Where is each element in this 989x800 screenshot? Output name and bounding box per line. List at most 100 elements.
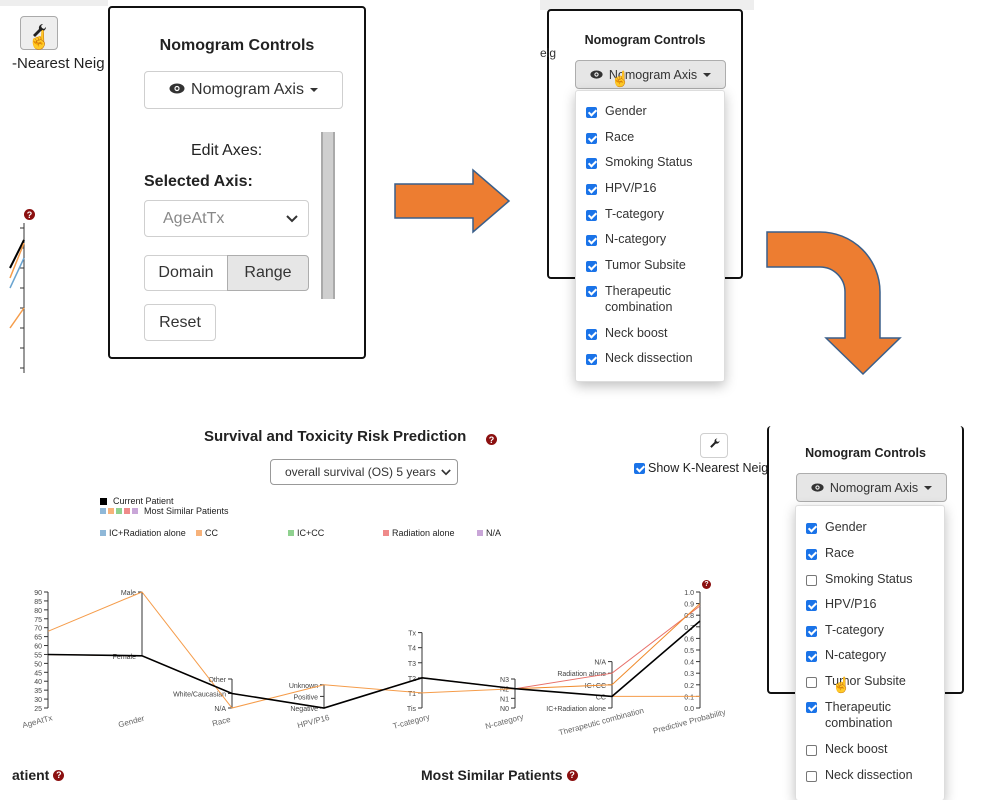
legend-item: Radiation alone <box>383 528 455 538</box>
menu-item[interactable]: Tumor Subsite <box>796 674 944 688</box>
menu-item[interactable]: N-category <box>796 648 944 662</box>
outcome-select[interactable]: overall survival (OS) 5 years <box>270 459 458 485</box>
axis-label: Gender <box>117 714 145 730</box>
top-strip <box>0 0 108 6</box>
hand-cursor-icon: ☝ <box>28 30 51 50</box>
checkbox[interactable] <box>806 677 817 688</box>
caret-down-icon <box>703 72 712 77</box>
tick-label: 55 <box>34 652 42 659</box>
hand-cursor-icon: ☝ <box>611 71 630 88</box>
axis-select-value: AgeAtTx <box>163 209 225 227</box>
axis-select[interactable]: AgeAtTx <box>144 200 309 237</box>
help-icon[interactable]: ? <box>486 431 497 449</box>
arrow-down-curved-icon <box>766 231 902 376</box>
checkbox[interactable] <box>806 523 817 534</box>
nomogram-controls-panel-1: Nomogram Controls Nomogram Axis Edit Axe… <box>108 6 366 359</box>
nomogram-axis-button[interactable]: Nomogram Axis <box>796 473 947 502</box>
domain-button[interactable]: Domain <box>144 255 228 291</box>
menu-item[interactable]: Neck boost <box>576 326 724 340</box>
panel-title: Nomogram Controls <box>805 446 926 460</box>
checkbox[interactable] <box>806 745 817 756</box>
menu-item[interactable]: Neck dissection <box>576 351 724 365</box>
outcome-select-value: overall survival (OS) 5 years <box>285 465 436 479</box>
tick-label: 35 <box>34 688 42 695</box>
reset-button[interactable]: Reset <box>144 304 216 341</box>
checkbox[interactable] <box>806 600 817 611</box>
edit-axes-label: Edit Axes: <box>191 142 263 159</box>
menu-item[interactable]: Race <box>576 130 724 144</box>
tick-label: 90 <box>34 590 42 597</box>
caret-down-icon <box>924 485 933 490</box>
show-knn-label-1: -Nearest Neig <box>12 55 105 72</box>
checkbox[interactable] <box>586 184 597 195</box>
checkbox[interactable] <box>586 210 597 221</box>
checkbox[interactable] <box>586 158 597 169</box>
similar-patients-heading: Most Similar Patients? <box>421 767 578 783</box>
nomogram-axis-button[interactable]: Nomogram Axis <box>144 71 343 109</box>
checkbox[interactable] <box>634 462 645 474</box>
tick-label: 25 <box>34 706 42 713</box>
tick-label: T4 <box>408 646 416 653</box>
axis-label: N-category <box>484 712 524 731</box>
menu-item[interactable]: Gender <box>796 520 944 534</box>
axis-dropdown-menu-2: Gender Race Smoking Status HPV/P16 T-cat… <box>575 90 725 382</box>
range-slider[interactable] <box>321 132 335 299</box>
checkbox[interactable] <box>806 651 817 662</box>
checkbox[interactable] <box>806 702 817 713</box>
tick-label: 65 <box>34 635 42 642</box>
wrench-button[interactable] <box>700 433 728 458</box>
menu-item[interactable]: T-category <box>576 207 724 221</box>
legend-swatch-similar <box>100 508 138 514</box>
checkbox[interactable] <box>806 575 817 586</box>
menu-item[interactable]: Tumor Subsite <box>576 258 724 272</box>
nomogram-axis-button[interactable]: Nomogram Axis <box>575 60 726 89</box>
checkbox[interactable] <box>806 626 817 637</box>
caret-down-icon <box>309 88 318 92</box>
checkbox[interactable] <box>586 133 597 144</box>
menu-item[interactable]: Therapeutic combination <box>796 699 944 731</box>
menu-item[interactable]: Therapeutic combination <box>576 283 724 315</box>
checkbox[interactable] <box>586 261 597 272</box>
nomogram-axis-label: Nomogram Axis <box>829 480 919 495</box>
checkbox[interactable] <box>586 286 597 297</box>
axis-label: Race <box>211 715 232 729</box>
tick-label: T3 <box>408 661 416 668</box>
checkbox[interactable] <box>586 107 597 118</box>
axis-label: T-category <box>392 712 431 730</box>
axis-label: AgeAtTx <box>21 713 53 730</box>
checkbox[interactable] <box>586 354 597 365</box>
range-button[interactable]: Range <box>227 255 309 291</box>
menu-item[interactable]: HPV/P16 <box>576 181 724 195</box>
tick-label: 0.0 <box>684 706 694 713</box>
axis-dropdown-menu-3: Gender Race Smoking Status HPV/P16 T-cat… <box>795 505 945 800</box>
tick-label: 0.3 <box>684 671 694 678</box>
selected-axis-label: Selected Axis: <box>144 173 253 190</box>
checkbox[interactable] <box>586 235 597 246</box>
checkbox[interactable] <box>586 329 597 340</box>
tick-label: Tx <box>408 631 416 638</box>
tick-label: 85 <box>34 599 42 606</box>
tick-label: N3 <box>500 677 509 684</box>
help-icon: ? <box>566 769 578 781</box>
menu-item[interactable]: Race <box>796 546 944 560</box>
eye-icon <box>811 481 824 495</box>
menu-item[interactable]: Gender <box>576 104 724 118</box>
checkbox[interactable] <box>806 771 817 782</box>
menu-item[interactable]: Smoking Status <box>576 155 724 169</box>
tick-label: 1.0 <box>684 590 694 597</box>
checkbox[interactable] <box>806 549 817 560</box>
tick-label: 70 <box>34 626 42 633</box>
menu-item[interactable]: Smoking Status <box>796 572 944 586</box>
menu-item[interactable]: Neck boost <box>796 742 944 756</box>
tick-label: N/A <box>594 660 606 667</box>
menu-item[interactable]: N-category <box>576 232 724 246</box>
help-icon: ? <box>53 769 65 781</box>
menu-item[interactable]: HPV/P16 <box>796 597 944 611</box>
show-knn-toggle[interactable]: Show K-Nearest Neig <box>634 461 768 475</box>
menu-item[interactable]: Neck dissection <box>796 768 944 782</box>
legend-groups: IC+Radiation alone CC IC+CC Radiation al… <box>100 528 520 540</box>
legend: Current Patient Most Similar Patients <box>100 496 229 516</box>
eye-icon <box>169 81 185 99</box>
tick-label: Unknown <box>289 683 318 690</box>
menu-item[interactable]: T-category <box>796 623 944 637</box>
